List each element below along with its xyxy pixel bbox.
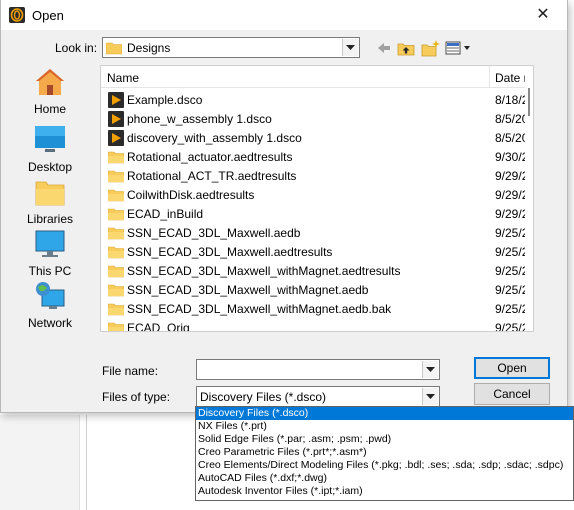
file-name: SSN_ECAD_3DL_Maxwell_withMagnet.aedtresu… [127,264,401,278]
files-of-type-value: Discovery Files (*.dsco) [200,390,327,404]
view-menu-icon[interactable] [445,39,471,57]
file-name: SSN_ECAD_3DL_Maxwell_withMagnet.aedb [127,283,369,297]
file-row[interactable]: SSN_ECAD_3DL_Maxwell_withMagnet.aedb.bak… [101,300,533,319]
folder-icon [108,265,124,278]
files-of-type-label: Files of type: [102,390,171,404]
folder-icon [108,246,124,259]
column-divider[interactable] [489,66,490,88]
file-row[interactable]: phone_w_assembly 1.dsco 8/5/202 [101,110,533,129]
folder-icon [108,208,124,221]
file-list-header: Name Date m [101,66,533,88]
background-app-divider [86,415,87,510]
back-arrow-icon[interactable] [376,39,392,57]
scrollbar-thumb[interactable] [528,88,530,116]
folder-icon [108,303,124,316]
file-name-dropdown-button[interactable] [422,361,438,378]
file-name: ECAD_Orig [127,321,190,332]
file-name-input[interactable] [196,359,440,380]
folder-icon [108,227,124,240]
network-icon [36,282,65,309]
file-type-option[interactable]: Creo Elements/Direct Modeling Files (*.p… [196,459,573,472]
file-name: SSN_ECAD_3DL_Maxwell.aedb [127,226,301,240]
dialog-title: Open [32,8,64,23]
file-name: discovery_with_assembly 1.dsco [127,131,302,145]
file-name: SSN_ECAD_3DL_Maxwell.aedtresults [127,245,333,259]
folder-icon [108,322,124,331]
open-dialog: Open ✕ Look in: Designs Home Desktop Lib… [0,0,568,413]
place-label: This PC [28,264,72,278]
place-home[interactable]: Home [9,66,91,118]
files-of-type-dropdown-list: Discovery Files (*.dsco) NX Files (*.prt… [195,406,574,501]
file-row[interactable]: CoilwithDisk.aedtresults 9/29/20 [101,186,533,205]
chevron-down-icon [346,45,355,50]
file-row[interactable]: SSN_ECAD_3DL_Maxwell.aedb 9/25/20 [101,224,533,243]
background-app-panel [0,415,80,510]
file-type-option[interactable]: Creo Parametric Files (*.prt*;*.asm*) [196,446,573,459]
file-row[interactable]: Example.dsco 8/18/20 [101,91,533,110]
column-header-name[interactable]: Name [107,71,139,85]
file-row[interactable]: ECAD_inBuild 9/29/20 [101,205,533,224]
file-name: Rotational_actuator.aedtresults [127,150,293,164]
place-label: Libraries [26,212,74,226]
file-type-option[interactable]: AutoCAD Files (*.dxf;*.dwg) [196,472,573,485]
file-name: ECAD_inBuild [127,207,204,221]
place-label: Home [33,102,66,116]
chevron-down-icon [426,394,435,399]
file-type-option[interactable]: NX Files (*.prt) [196,420,573,433]
folder-icon [108,170,124,183]
desktop-icon [35,126,65,152]
dsco-file-icon [108,130,124,146]
place-libraries[interactable]: Libraries [9,176,91,228]
file-type-option[interactable]: Solid Edge Files (*.par; .asm; .psm; .pw… [196,433,573,446]
cancel-button[interactable]: Cancel [474,383,550,405]
file-name: CoilwithDisk.aedtresults [127,188,255,202]
close-button[interactable]: ✕ [525,2,561,28]
look-in-value: Designs [127,41,171,55]
file-name-label: File name: [102,364,159,378]
files-of-type-select[interactable]: Discovery Files (*.dsco) [196,386,440,407]
file-row[interactable]: Rotational_actuator.aedtresults 9/30/20 [101,148,533,167]
look-in-dropdown-button[interactable] [342,39,358,56]
folder-icon [106,42,122,55]
file-row[interactable]: SSN_ECAD_3DL_Maxwell_withMagnet.aedtresu… [101,262,533,281]
place-label: Desktop [27,160,73,174]
file-type-option[interactable]: Autodesk Inventor Files (*.ipt;*.iam) [196,485,573,498]
close-icon: ✕ [536,6,550,23]
file-name: SSN_ECAD_3DL_Maxwell_withMagnet.aedb.bak [127,302,392,316]
places-bar: Home Desktop Libraries This PC Network [9,66,91,336]
up-one-level-icon[interactable] [397,39,415,57]
home-icon [36,69,64,95]
open-button[interactable]: Open [474,357,550,379]
file-row[interactable]: ECAD_Orig 9/25/20 [101,319,533,332]
chevron-down-icon [426,367,435,372]
dsco-file-icon [108,92,124,108]
file-name: Example.dsco [127,93,203,107]
dsco-file-icon [108,111,124,127]
file-row[interactable]: SSN_ECAD_3DL_Maxwell_withMagnet.aedb 9/25… [101,281,533,300]
folder-icon [108,284,124,297]
this-pc-icon [35,230,65,257]
place-label: Network [27,316,72,330]
file-row[interactable]: SSN_ECAD_3DL_Maxwell.aedtresults 9/25/20 [101,243,533,262]
title-bar: Open ✕ [1,0,567,30]
place-this-pc[interactable]: This PC [9,228,91,280]
libraries-icon [35,181,65,206]
folder-icon [108,151,124,164]
place-network[interactable]: Network [9,280,91,332]
file-name: phone_w_assembly 1.dsco [127,112,272,126]
vertical-scrollbar[interactable] [525,66,533,331]
file-list[interactable]: Name Date m Example.dsco 8/18/20 phone_w_a… [100,65,534,332]
file-type-option[interactable]: Discovery Files (*.dsco) [196,407,573,420]
place-desktop[interactable]: Desktop [9,124,91,176]
file-name: Rotational_ACT_TR.aedtresults [127,169,297,183]
new-folder-icon[interactable] [421,39,441,57]
file-row[interactable]: Rotational_ACT_TR.aedtresults 9/29/20 [101,167,533,186]
look-in-label: Look in: [55,41,98,55]
discovery-app-icon [9,7,25,23]
look-in-combo[interactable]: Designs [102,37,360,58]
folder-icon [108,189,124,202]
files-of-type-dropdown-button[interactable] [422,388,438,405]
file-row[interactable]: discovery_with_assembly 1.dsco 8/5/202 [101,129,533,148]
